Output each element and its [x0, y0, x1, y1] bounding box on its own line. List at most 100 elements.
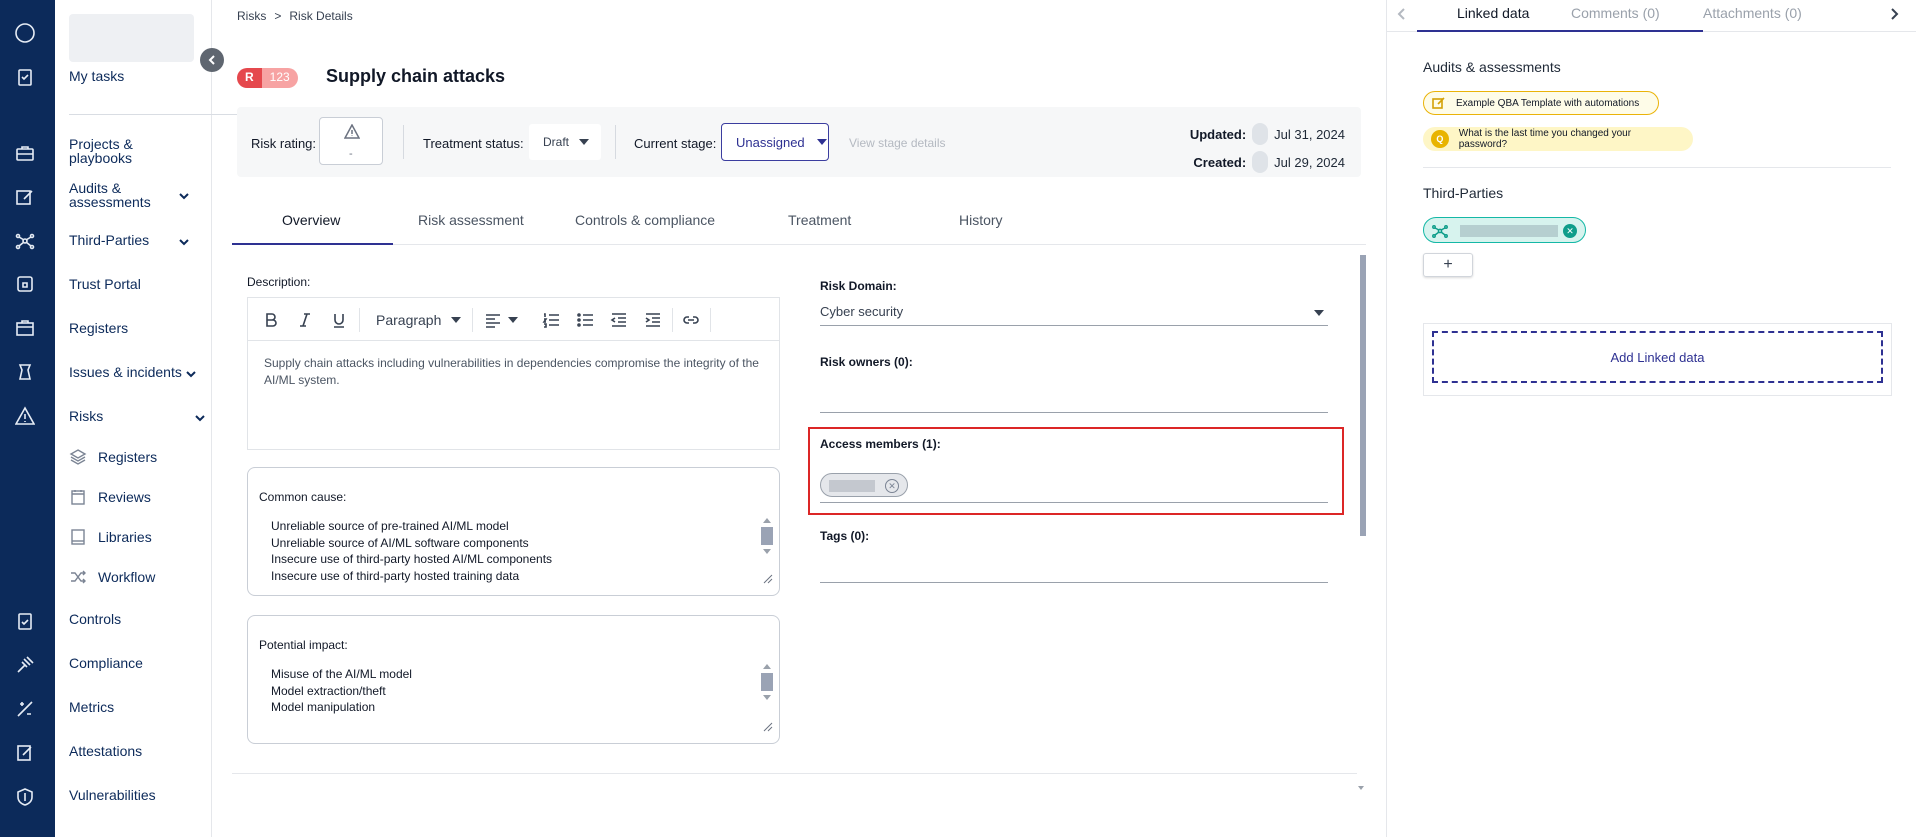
outdent-icon[interactable]	[610, 310, 628, 330]
sidebar-item-my-tasks[interactable]: My tasks	[69, 69, 124, 83]
sidebar-subitem-registers[interactable]: Registers	[69, 449, 157, 465]
created-label: Created:	[1193, 154, 1247, 170]
shield-icon[interactable]	[14, 786, 36, 808]
user-avatar-icon[interactable]	[14, 22, 36, 44]
treatment-status-dropdown[interactable]: Draft	[529, 124, 601, 160]
sidebar-subitem-workflow[interactable]: Workflow	[71, 569, 155, 585]
chevron-down-icon[interactable]	[195, 411, 205, 422]
linked-audit-chip[interactable]: Example QBA Template with automations	[1423, 91, 1659, 115]
editor-toolbar: Paragraph	[248, 298, 779, 341]
current-stage-dropdown[interactable]: Unassigned	[721, 123, 829, 161]
tab-linked-data[interactable]: Linked data	[1457, 5, 1529, 21]
risk-rating-box[interactable]: -	[319, 117, 383, 165]
content-scrollbar[interactable]	[1360, 255, 1366, 536]
tab-controls-compliance[interactable]: Controls & compliance	[575, 212, 715, 228]
badge-number: 123	[261, 68, 298, 88]
sidebar-subitem-reviews[interactable]: Reviews	[71, 489, 151, 505]
access-members-input[interactable]	[820, 502, 1328, 503]
sidebar-subitem-libraries[interactable]: Libraries	[71, 529, 152, 545]
sidebar-item-issues[interactable]: Issues & incidents	[69, 365, 196, 379]
sidebar-item-controls[interactable]: Controls	[69, 612, 121, 626]
link-icon[interactable]	[682, 310, 700, 330]
tab-attachments[interactable]: Attachments (0)	[1703, 5, 1802, 21]
chevron-right-icon[interactable]	[1887, 7, 1901, 21]
tags-input[interactable]	[820, 582, 1328, 583]
updated-by-avatar[interactable]	[1252, 123, 1269, 145]
description-editor[interactable]: Paragraph Supply chain attacks including…	[247, 297, 780, 450]
briefcase-icon[interactable]	[14, 142, 36, 164]
issues-icon[interactable]	[14, 361, 36, 383]
common-cause-list: Unreliable source of pre-trained AI/ML m…	[271, 518, 552, 584]
attestation-icon[interactable]	[14, 742, 36, 764]
breadcrumb-separator: >	[274, 9, 282, 23]
third-party-name-placeholder	[1460, 225, 1558, 237]
created-by-avatar[interactable]	[1252, 151, 1269, 173]
resize-handle-icon[interactable]	[763, 572, 773, 584]
tab-risk-assessment[interactable]: Risk assessment	[418, 212, 524, 228]
chevron-down-icon[interactable]	[179, 235, 189, 246]
sidebar-item-attestations[interactable]: Attestations	[69, 744, 142, 758]
divider	[403, 125, 404, 159]
scroll-down-icon[interactable]	[1358, 786, 1364, 790]
divider	[1423, 167, 1891, 168]
linked-question-chip[interactable]: Q What is the last time you changed your…	[1423, 127, 1693, 151]
scrollbar[interactable]	[761, 664, 773, 700]
tasks-icon[interactable]	[14, 66, 36, 88]
network-icon	[1432, 225, 1448, 238]
italic-icon[interactable]	[296, 310, 314, 330]
numbered-list-icon[interactable]	[542, 310, 560, 330]
common-cause-box[interactable]: Common cause: Unreliable source of pre-t…	[247, 467, 780, 596]
underline-icon[interactable]	[330, 310, 348, 330]
sidebar-item-third-parties[interactable]: Third-Parties	[69, 233, 189, 247]
risk-owners-input[interactable]	[820, 412, 1328, 413]
access-member-chip[interactable]: ✕	[820, 473, 908, 497]
indent-icon[interactable]	[644, 310, 662, 330]
sidebar-item-audits[interactable]: Audits & assessments	[69, 181, 189, 209]
breadcrumb-root[interactable]: Risks	[237, 9, 266, 23]
remove-icon[interactable]: ✕	[1563, 224, 1577, 238]
tab-treatment[interactable]: Treatment	[788, 212, 851, 228]
description-text[interactable]: Supply chain attacks including vulnerabi…	[248, 341, 779, 403]
add-third-party-button[interactable]: +	[1423, 253, 1473, 277]
controls-icon[interactable]	[14, 610, 36, 632]
bulleted-list-icon[interactable]	[576, 310, 594, 330]
scrollbar[interactable]	[761, 518, 773, 554]
resize-handle-icon[interactable]	[763, 720, 773, 732]
book-icon	[69, 528, 87, 546]
tab-comments[interactable]: Comments (0)	[1571, 5, 1660, 21]
tab-overview[interactable]: Overview	[282, 212, 340, 228]
collapse-sidebar-button[interactable]	[200, 48, 224, 72]
bold-icon[interactable]	[262, 310, 280, 330]
sidebar-item-metrics[interactable]: Metrics	[69, 700, 114, 714]
sidebar-item-vulnerabilities[interactable]: Vulnerabilities	[69, 788, 156, 802]
paragraph-dropdown[interactable]: Paragraph	[376, 310, 462, 330]
network-icon[interactable]	[14, 230, 36, 252]
edit-icon[interactable]	[14, 186, 36, 208]
sidebar-item-projects[interactable]: Projects & playbooks	[69, 137, 149, 165]
register-icon[interactable]	[14, 317, 36, 339]
risk-warning-icon[interactable]	[14, 405, 36, 427]
remove-icon[interactable]: ✕	[885, 479, 899, 493]
page-title: Supply chain attacks	[326, 66, 506, 86]
sidebar-item-risks[interactable]: Risks	[69, 409, 205, 423]
add-linked-data-button[interactable]: Add Linked data	[1432, 331, 1883, 383]
third-party-chip[interactable]: ✕	[1423, 217, 1586, 243]
portal-icon[interactable]	[14, 273, 36, 295]
chevron-down-icon[interactable]	[186, 367, 196, 378]
potential-impact-box[interactable]: Potential impact: Misuse of the AI/ML mo…	[247, 615, 780, 744]
chevron-left-icon	[208, 55, 215, 65]
updated-label: Updated:	[1189, 126, 1247, 142]
chevron-down-icon[interactable]	[179, 189, 189, 200]
sidebar-item-trust-portal[interactable]: Trust Portal	[69, 277, 141, 291]
metrics-icon[interactable]	[14, 698, 36, 720]
sidebar-item-registers[interactable]: Registers	[69, 321, 128, 335]
sidebar-item-compliance[interactable]: Compliance	[69, 656, 143, 670]
view-stage-details-link[interactable]: View stage details	[849, 136, 946, 150]
tab-history[interactable]: History	[959, 212, 1003, 228]
chevron-left-icon[interactable]	[1395, 7, 1409, 21]
align-dropdown[interactable]	[484, 310, 518, 330]
layers-icon	[69, 448, 87, 466]
risk-rating-label: Risk rating:	[251, 136, 317, 151]
gavel-icon[interactable]	[14, 654, 36, 676]
risk-domain-select[interactable]: Cyber security	[820, 300, 1328, 326]
